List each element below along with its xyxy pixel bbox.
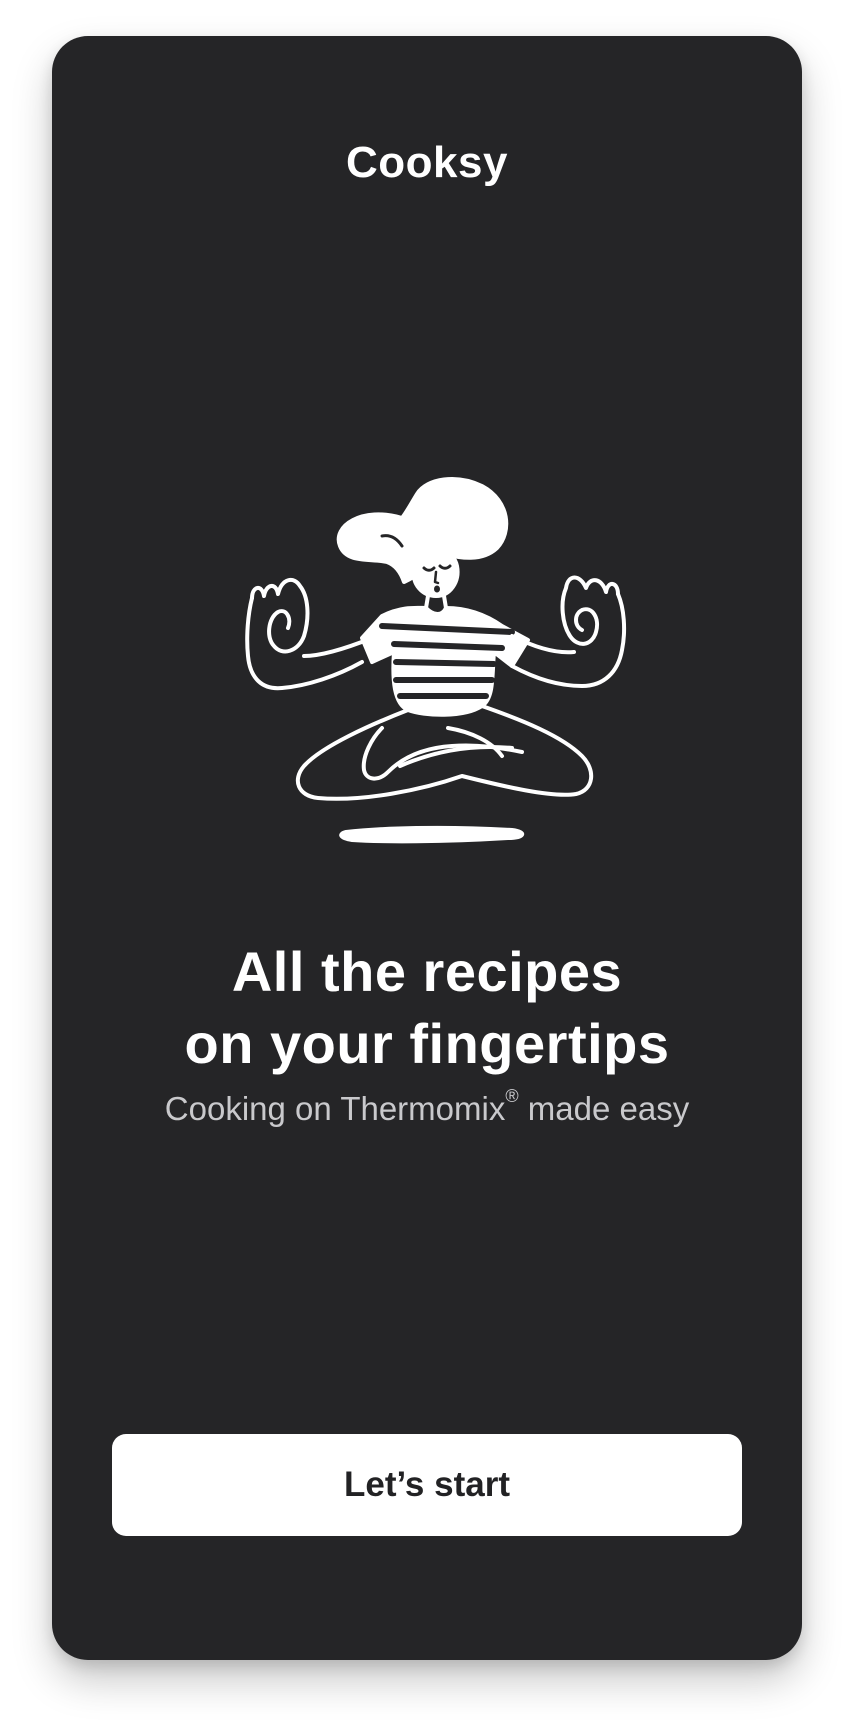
left-arm: [245, 596, 374, 691]
registered-mark: ®: [505, 1086, 519, 1106]
headline-line-1: All the recipes: [231, 940, 623, 1003]
meditating-person-illustration: [245, 477, 627, 844]
ground-shadow: [339, 825, 524, 844]
subtitle-text-end: made easy: [518, 1090, 690, 1127]
headline-line-2: on your fingertips: [184, 1012, 670, 1075]
app-title: Cooksy: [346, 138, 508, 187]
left-hand: [250, 577, 310, 654]
onboarding-screen: Cooksy All the recipes on your fingertip…: [52, 36, 802, 1660]
subtitle-text: Cooking on Thermomix: [164, 1090, 506, 1127]
subtitle: Cooking on Thermomix® made easy: [52, 1086, 802, 1128]
lets-start-button[interactable]: Let’s start: [112, 1434, 742, 1536]
headline: All the recipes on your fingertips: [52, 936, 802, 1080]
right-hand: [560, 575, 620, 646]
